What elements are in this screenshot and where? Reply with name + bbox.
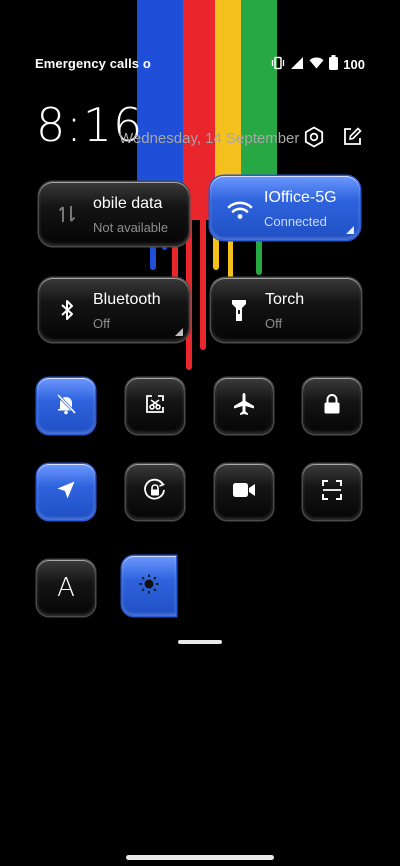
tile-font[interactable]: A [37, 560, 95, 616]
edit-icon[interactable] [339, 124, 365, 150]
status-carrier-text: Emergency calls o [35, 56, 151, 71]
torch-icon [225, 296, 253, 324]
tile-status: Off [265, 316, 283, 331]
gesture-nav-bar[interactable] [126, 855, 274, 860]
panel-drag-handle[interactable] [178, 640, 222, 644]
tile-auto-rotate[interactable] [126, 464, 184, 520]
tile-do-not-disturb[interactable] [37, 378, 95, 434]
battery-icon [329, 55, 339, 73]
video-icon [231, 480, 257, 505]
status-icons: 100 [271, 55, 365, 73]
tile-wifi[interactable]: IOffice-5G Connected [210, 176, 360, 240]
tile-title: Bluetooth [93, 291, 161, 308]
tile-status: Not available [93, 220, 169, 235]
tile-title: Torch [265, 291, 305, 308]
tile-mobile-data[interactable]: obile data Not available [39, 182, 189, 246]
tile-torch[interactable]: Torch Off [211, 278, 361, 342]
lock-icon [321, 392, 343, 421]
tile-status: Connected [264, 214, 327, 229]
expand-corner-icon [175, 328, 183, 336]
tile-screen-cast[interactable] [126, 378, 184, 434]
font-icon: A [57, 573, 75, 603]
airplane-icon [231, 391, 257, 422]
settings-icon[interactable] [301, 124, 327, 150]
tile-lock[interactable] [303, 378, 361, 434]
bell-off-icon [54, 392, 78, 421]
brightness-icon [138, 573, 160, 600]
bluetooth-icon [53, 296, 81, 324]
scan-icon [320, 478, 344, 507]
tile-brightness[interactable] [122, 556, 176, 616]
tile-scan[interactable] [303, 464, 361, 520]
vibrate-icon [271, 56, 285, 73]
cast-icon [143, 392, 167, 421]
tile-location[interactable] [37, 464, 95, 520]
wifi-icon [309, 56, 324, 72]
battery-level: 100 [343, 56, 365, 72]
mobile-data-icon [53, 200, 81, 228]
tile-status: Off [93, 316, 111, 331]
wifi-icon [226, 196, 254, 224]
tile-airplane-mode[interactable] [215, 378, 273, 434]
tile-bluetooth[interactable]: Bluetooth Off [39, 278, 189, 342]
tile-screen-record[interactable] [215, 464, 273, 520]
location-icon [54, 478, 78, 507]
expand-corner-icon [346, 226, 354, 234]
rotate-icon [142, 477, 168, 508]
clock-date: Wednesday, 14 September [119, 130, 300, 147]
tile-title: IOffice-5G [264, 189, 337, 206]
signal-icon [290, 56, 304, 73]
tile-title: obile data [93, 195, 163, 212]
